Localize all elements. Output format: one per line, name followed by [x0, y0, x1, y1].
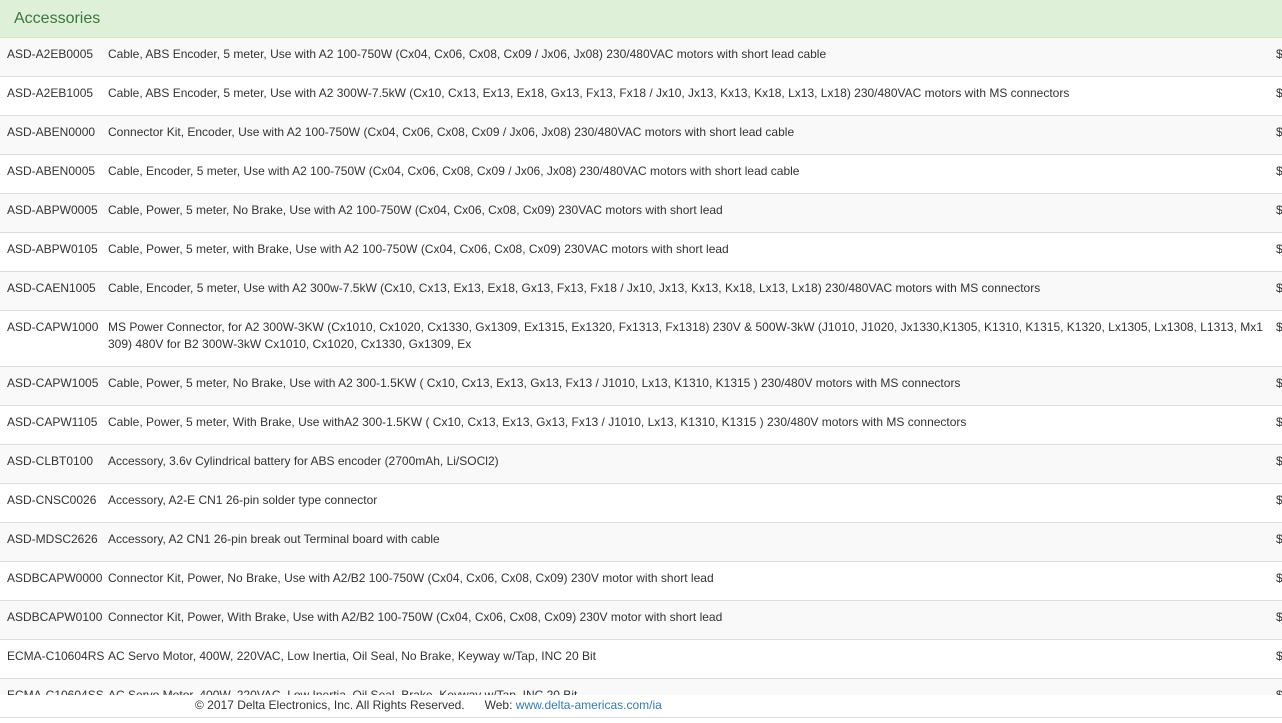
- table-row: ASDBCAPW0100 Connector Kit, Power, With B…: [0, 600, 1282, 640]
- description-cell: MS Power Connector, for A2 300W-3KW (Cx1…: [108, 310, 1274, 367]
- description-cell: Accessory, 3.6v Cylindrical battery for …: [108, 444, 1274, 484]
- price-cell: $: [1274, 271, 1282, 311]
- price-cell: $: [1274, 600, 1282, 640]
- description-cell: Connector Kit, Encoder, Use with A2 100-…: [108, 115, 1274, 155]
- table-row: ASD-MDSC2626 Accessory, A2 CN1 26-pin bre…: [0, 522, 1282, 562]
- part-number-cell: ASD-ABEN0005: [0, 154, 108, 194]
- price-cell: $: [1274, 522, 1282, 562]
- description-cell: Cable, Power, 5 meter, with Brake, Use w…: [108, 232, 1274, 272]
- part-number-cell: ASD-MDSC2626: [0, 522, 108, 562]
- table-row: ASD-A2EB1005 Cable, ABS Encoder, 5 meter,…: [0, 76, 1282, 116]
- table-row: ECMA-C10604RS AC Servo Motor, 400W, 220VA…: [0, 639, 1282, 679]
- part-number-cell: ASD-CLBT0100: [0, 444, 108, 484]
- footer-divider: [0, 717, 1282, 718]
- footer-web-link[interactable]: www.delta-americas.com/ia: [516, 698, 662, 712]
- part-number-cell: ASDBCAPW0000: [0, 561, 108, 601]
- description-cell: Cable, Power, 5 meter, With Brake, Use w…: [108, 405, 1274, 445]
- price-cell: $: [1274, 154, 1282, 194]
- table-row: ASD-CLBT0100 Accessory, 3.6v Cylindrical …: [0, 444, 1282, 484]
- description-cell: Cable, Encoder, 5 meter, Use with A2 300…: [108, 271, 1274, 311]
- price-cell: $: [1274, 639, 1282, 679]
- part-number-cell: ASD-CNSC0026: [0, 483, 108, 523]
- price-cell: $: [1274, 678, 1282, 695]
- table-row: ASD-CAPW1105 Cable, Power, 5 meter, With …: [0, 405, 1282, 445]
- table-row: ECMA-C10604SS AC Servo Motor, 400W, 220VA…: [0, 678, 1282, 695]
- table-row: ASD-CNSC0026 Accessory, A2-E CN1 26-pin s…: [0, 483, 1282, 523]
- accessories-table: ASD-A2EB0005 Cable, ABS Encoder, 5 meter,…: [0, 38, 1282, 695]
- price-cell: $: [1274, 483, 1282, 523]
- table-row: ASD-CAEN1005 Cable, Encoder, 5 meter, Use…: [0, 271, 1282, 311]
- price-cell: $: [1274, 232, 1282, 272]
- description-cell: Cable, ABS Encoder, 5 meter, Use with A2…: [108, 38, 1274, 77]
- part-number-cell: ASD-A2EB1005: [0, 76, 108, 116]
- table-row: ASD-ABPW0005 Cable, Power, 5 meter, No Br…: [0, 193, 1282, 233]
- price-cell: $: [1274, 444, 1282, 484]
- description-cell: Accessory, A2-E CN1 26-pin solder type c…: [108, 483, 1274, 523]
- page-footer: © 2017 Delta Electronics, Inc. All Right…: [0, 695, 1282, 723]
- price-cell: $: [1274, 38, 1282, 77]
- table-row: ASD-ABEN0005 Cable, Encoder, 5 meter, Use…: [0, 154, 1282, 194]
- accessories-table-container: ASD-A2EB0005 Cable, ABS Encoder, 5 meter,…: [0, 38, 1282, 695]
- table-row: ASD-CAPW1000 MS Power Connector, for A2 3…: [0, 310, 1282, 367]
- price-cell: $: [1274, 76, 1282, 116]
- accessories-section-header: Accessories: [0, 0, 1282, 38]
- price-cell: $: [1274, 366, 1282, 406]
- page: Accessories ASD-A2EB0005 Cable, ABS Encod…: [0, 0, 1282, 723]
- part-number-cell: ASD-ABEN0000: [0, 115, 108, 155]
- description-cell: Cable, Power, 5 meter, No Brake, Use wit…: [108, 366, 1274, 406]
- description-cell: Cable, Power, 5 meter, No Brake, Use wit…: [108, 193, 1274, 233]
- price-cell: $: [1274, 115, 1282, 155]
- part-number-cell: ECMA-C10604RS: [0, 639, 108, 679]
- price-cell: $: [1274, 193, 1282, 233]
- part-number-cell: ASD-ABPW0105: [0, 232, 108, 272]
- part-number-cell: ASD-CAEN1005: [0, 271, 108, 311]
- description-cell: Cable, Encoder, 5 meter, Use with A2 100…: [108, 154, 1274, 194]
- part-number-cell: ASDBCAPW0100: [0, 600, 108, 640]
- description-cell: Connector Kit, Power, With Brake, Use wi…: [108, 600, 1274, 640]
- table-row: ASD-ABEN0000 Connector Kit, Encoder, Use …: [0, 115, 1282, 155]
- part-number-cell: ASD-CAPW1105: [0, 405, 108, 445]
- description-cell: Connector Kit, Power, No Brake, Use with…: [108, 561, 1274, 601]
- part-number-cell: ASD-CAPW1005: [0, 366, 108, 406]
- description-cell: AC Servo Motor, 400W, 220VAC, Low Inerti…: [108, 639, 1274, 679]
- part-number-cell: ASD-A2EB0005: [0, 38, 108, 77]
- table-row: ASDBCAPW0000 Connector Kit, Power, No Bra…: [0, 561, 1282, 601]
- table-row: ASD-A2EB0005 Cable, ABS Encoder, 5 meter,…: [0, 38, 1282, 77]
- part-number-cell: ASD-CAPW1000: [0, 310, 108, 367]
- footer-text: © 2017 Delta Electronics, Inc. All Right…: [195, 697, 662, 713]
- accessories-table-body: ASD-A2EB0005 Cable, ABS Encoder, 5 meter,…: [0, 38, 1282, 695]
- price-cell: $: [1274, 405, 1282, 445]
- part-number-cell: ECMA-C10604SS: [0, 678, 108, 695]
- table-row: ASD-CAPW1005 Cable, Power, 5 meter, No Br…: [0, 366, 1282, 406]
- table-row: ASD-ABPW0105 Cable, Power, 5 meter, with …: [0, 232, 1282, 272]
- footer-web-label: Web:: [484, 698, 513, 712]
- description-cell: Accessory, A2 CN1 26-pin break out Termi…: [108, 522, 1274, 562]
- price-cell: $: [1274, 310, 1282, 367]
- section-title: Accessories: [14, 10, 101, 27]
- part-number-cell: ASD-ABPW0005: [0, 193, 108, 233]
- description-cell: AC Servo Motor, 400W, 220VAC, Low Inerti…: [108, 678, 1274, 695]
- price-cell: $: [1274, 561, 1282, 601]
- footer-copyright: © 2017 Delta Electronics, Inc. All Right…: [195, 698, 465, 712]
- description-cell: Cable, ABS Encoder, 5 meter, Use with A2…: [108, 76, 1274, 116]
